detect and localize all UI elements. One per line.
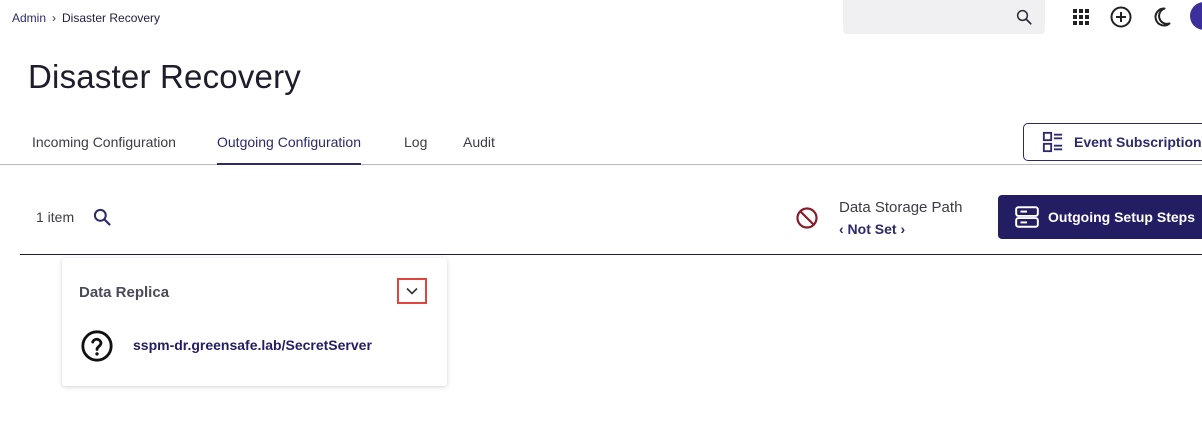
event-subscription-button[interactable]: Event Subscription xyxy=(1023,123,1202,161)
avatar[interactable] xyxy=(1190,2,1202,30)
apps-grid-icon[interactable] xyxy=(1069,5,1093,29)
tab-audit[interactable]: Audit xyxy=(463,134,495,165)
event-subscription-label: Event Subscription xyxy=(1074,134,1202,150)
expand-toggle-button[interactable] xyxy=(397,278,427,304)
tab-incoming-configuration[interactable]: Incoming Configuration xyxy=(32,134,176,165)
data-replica-card: Data Replica sspm-dr.greensafe.lab/Secre… xyxy=(62,258,447,386)
replica-url-link[interactable]: sspm-dr.greensafe.lab/SecretServer xyxy=(133,337,372,353)
tab-bar: Incoming Configuration Outgoing Configur… xyxy=(0,124,1202,165)
chevron-down-icon xyxy=(406,287,418,295)
outgoing-setup-steps-label: Outgoing Setup Steps xyxy=(1048,209,1195,225)
global-search-input[interactable] xyxy=(843,0,1045,34)
section-divider xyxy=(20,254,1202,255)
data-storage-path-value[interactable]: ‹ Not Set › xyxy=(839,221,905,237)
tab-log[interactable]: Log xyxy=(404,134,427,165)
search-icon[interactable] xyxy=(92,207,112,227)
chevron-right-icon: › xyxy=(52,11,57,25)
data-storage-path-label: Data Storage Path xyxy=(839,199,963,216)
dark-mode-moon-icon[interactable] xyxy=(1149,5,1173,29)
breadcrumb-current: Disaster Recovery xyxy=(62,11,161,25)
item-count: 1 item xyxy=(36,209,75,225)
list-details-icon xyxy=(1042,131,1063,153)
search-icon[interactable] xyxy=(1015,8,1033,26)
help-question-icon xyxy=(81,330,113,362)
blocked-icon xyxy=(796,207,818,229)
server-stack-icon xyxy=(1015,206,1039,228)
breadcrumb: Admin › Disaster Recovery xyxy=(12,11,160,25)
tab-outgoing-configuration[interactable]: Outgoing Configuration xyxy=(217,134,361,165)
card-title: Data Replica xyxy=(79,284,170,301)
add-circle-icon[interactable] xyxy=(1109,5,1133,29)
outgoing-setup-steps-button[interactable]: Outgoing Setup Steps xyxy=(998,195,1202,239)
page-title: Disaster Recovery xyxy=(28,58,301,95)
breadcrumb-admin-link[interactable]: Admin xyxy=(12,11,46,25)
